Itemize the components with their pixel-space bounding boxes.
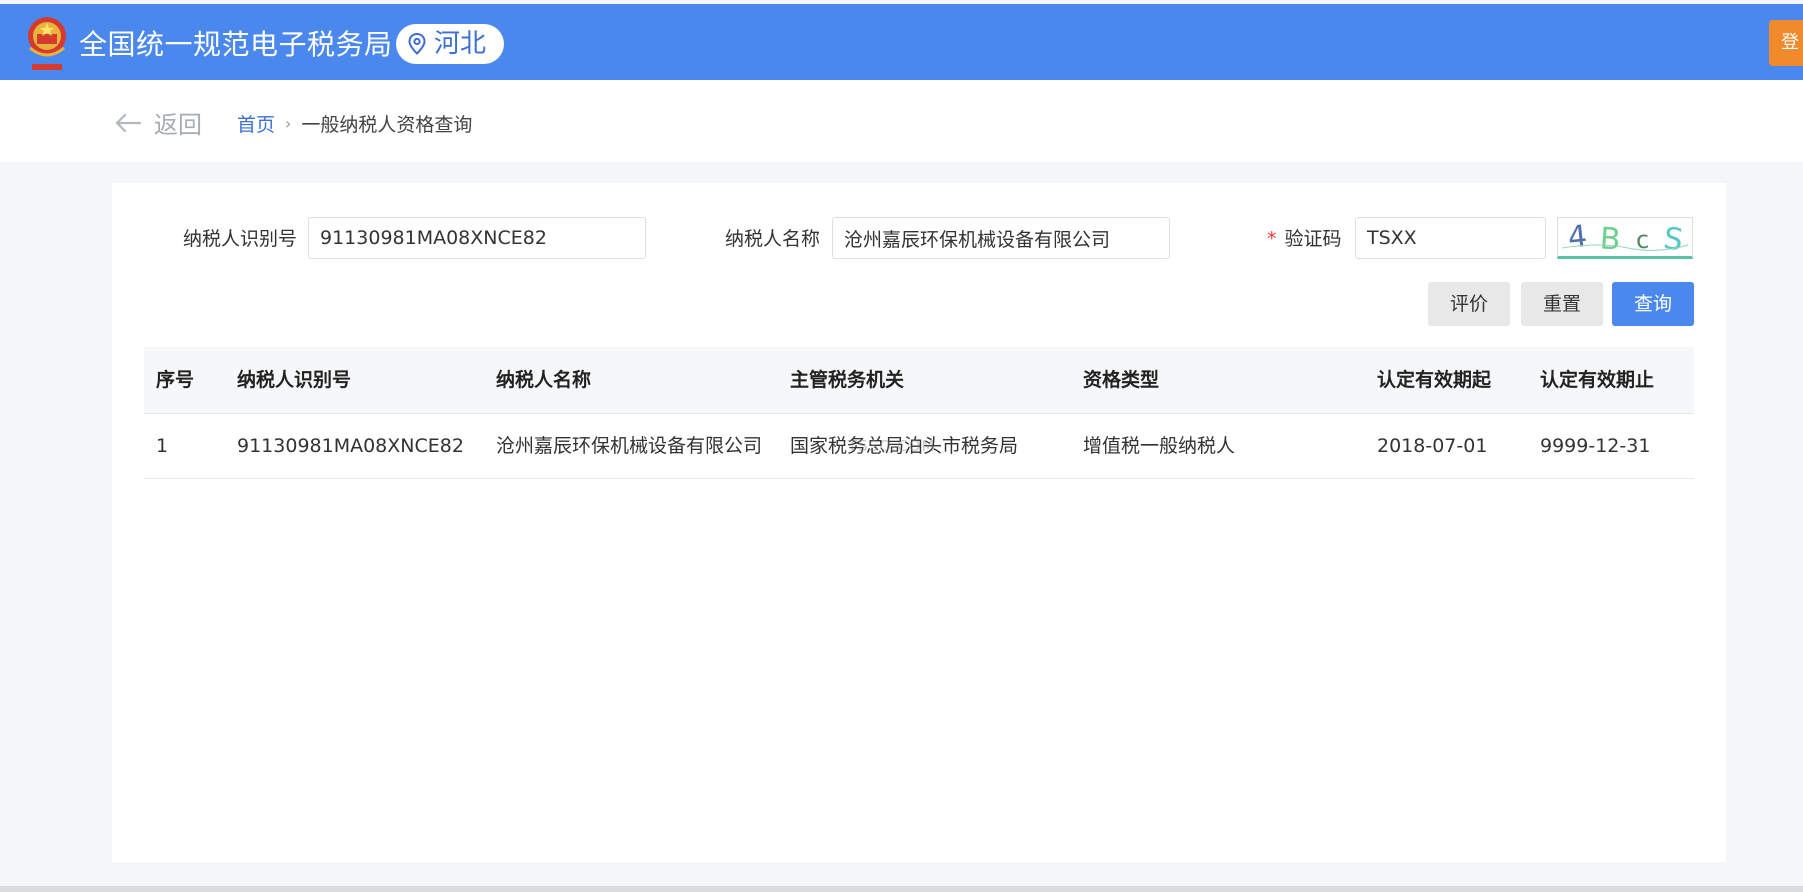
column-header: 序号: [156, 369, 195, 391]
required-mark: *: [1267, 228, 1277, 250]
table-cell-valid-from: 2018-07-01: [1377, 435, 1488, 457]
column-header: 资格类型: [1083, 369, 1160, 391]
captcha-image[interactable]: 4 B c S: [1557, 217, 1693, 259]
back-button[interactable]: 返回: [114, 105, 202, 140]
table-cell-valid-to: 9999-12-31: [1540, 435, 1651, 457]
window-bottom-border: [0, 886, 1803, 892]
breadcrumb-separator: ›: [285, 114, 292, 133]
reset-button[interactable]: 重置: [1521, 282, 1603, 326]
arrow-left-icon: [115, 113, 142, 132]
results-table-header: 序号 纳税人识别号 纳税人名称 主管税务机关 资格类型 认定有效期起 认定有效期…: [144, 347, 1694, 414]
taxpayer-id-label: 纳税人识别号: [183, 228, 298, 250]
captcha-label-text: 验证码: [1284, 228, 1342, 250]
taxpayer-name-input[interactable]: [832, 217, 1170, 259]
back-label: 返回: [154, 111, 202, 139]
column-header: 主管税务机关: [790, 369, 905, 391]
national-tax-emblem-icon: [28, 17, 66, 70]
table-cell-index: 1: [156, 435, 169, 457]
watermark: TSSO.COM: [848, 437, 936, 455]
column-header: 纳税人名称: [496, 369, 592, 391]
region-selector[interactable]: 河北: [396, 24, 505, 64]
breadcrumb-home-link[interactable]: 首页: [237, 110, 275, 137]
captcha-glyphs: 4 B c S: [1561, 219, 1689, 258]
column-header: 认定有效期起: [1377, 369, 1492, 391]
svg-text:4: 4: [1566, 219, 1589, 255]
svg-text:B: B: [1599, 221, 1622, 255]
table-cell-taxpayer-name: 沧州嘉辰环保机械设备有限公司: [496, 435, 763, 457]
breadcrumb-current: 一般纳税人资格查询: [301, 114, 473, 136]
column-header: 认定有效期止: [1540, 369, 1655, 391]
table-cell-qualification-type: 增值税一般纳税人: [1083, 435, 1236, 457]
breadcrumb: 首页 › 一般纳税人资格查询: [237, 110, 472, 137]
column-header: 纳税人识别号: [237, 369, 352, 391]
taxpayer-id-input[interactable]: [308, 217, 646, 259]
location-pin-icon: [408, 33, 426, 55]
top-header-bar: 全国统一规范电子税务局 河北 登: [0, 4, 1803, 80]
region-label: 河北: [434, 29, 487, 59]
taxpayer-name-label: 纳税人名称: [725, 228, 821, 250]
login-button[interactable]: 登: [1769, 20, 1803, 66]
table-cell-taxpayer-id: 91130981MA08XNCE82: [237, 435, 464, 457]
captcha-label: * 验证码: [1267, 226, 1342, 252]
captcha-input[interactable]: [1355, 217, 1546, 259]
query-button[interactable]: 查询: [1612, 282, 1694, 326]
site-title: 全国统一规范电子税务局: [79, 28, 393, 61]
rate-button[interactable]: 评价: [1428, 282, 1510, 326]
